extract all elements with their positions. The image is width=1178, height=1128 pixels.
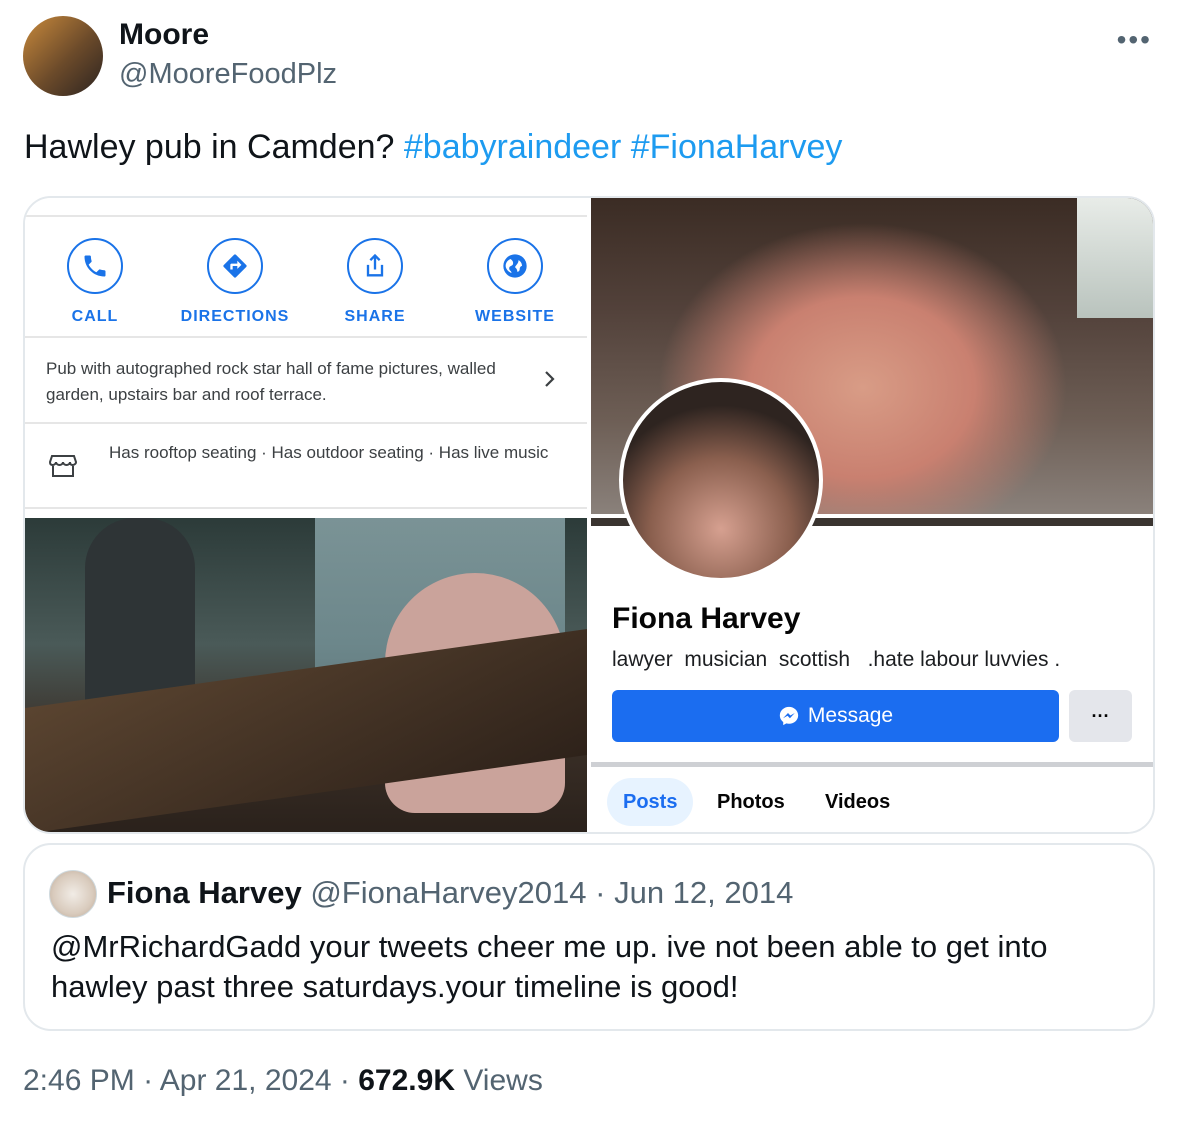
- website-label: WEBSITE: [475, 308, 555, 325]
- tweet-body: Hawley pub in Camden?: [24, 128, 404, 166]
- maps-screenshot[interactable]: CALL DIRECTIONS SHARE WEBSITE Pub with a…: [25, 198, 587, 514]
- storefront-icon: [48, 453, 78, 484]
- tab-videos[interactable]: Videos: [809, 778, 906, 826]
- call-label: CALL: [71, 308, 119, 325]
- divider: [25, 422, 587, 424]
- profile-picture: [619, 378, 823, 582]
- tab-photos[interactable]: Photos: [701, 778, 801, 826]
- quoted-author-name[interactable]: Fiona Harvey: [107, 875, 302, 910]
- hashtag-fionaharvey[interactable]: #FionaHarvey: [631, 128, 843, 166]
- fb-more-button[interactable]: ···: [1069, 690, 1132, 742]
- separator: ·: [595, 875, 606, 910]
- message-label: Message: [807, 704, 894, 727]
- website-action[interactable]: WEBSITE: [445, 238, 585, 326]
- separator: ·: [339, 1064, 350, 1097]
- quoted-tweet[interactable]: Fiona Harvey @FionaHarvey2014 · Jun 12, …: [23, 843, 1155, 1031]
- facebook-profile-screenshot[interactable]: Fiona Harvey lawyer musician scottish .h…: [591, 378, 1153, 832]
- author-handle[interactable]: @MooreFoodPlz: [119, 58, 337, 91]
- globe-icon: [487, 238, 543, 294]
- divider: [591, 762, 1153, 767]
- divider: [25, 336, 587, 338]
- chevron-right-icon[interactable]: [543, 368, 557, 395]
- media-grid[interactable]: CALL DIRECTIONS SHARE WEBSITE Pub with a…: [23, 196, 1155, 834]
- share-icon: [347, 238, 403, 294]
- tweet-date[interactable]: Apr 21, 2024: [160, 1064, 332, 1097]
- place-description[interactable]: Pub with autographed rock star hall of f…: [46, 356, 516, 408]
- directions-action[interactable]: DIRECTIONS: [165, 238, 305, 326]
- separator: ·: [143, 1064, 154, 1097]
- author-display-name[interactable]: Moore: [119, 18, 209, 52]
- tweet-text: Hawley pub in Camden? #babyraindeer #Fio…: [24, 128, 842, 167]
- directions-label: DIRECTIONS: [180, 308, 290, 325]
- views-count: 672.9K: [358, 1064, 455, 1097]
- share-label: SHARE: [344, 308, 406, 325]
- share-action[interactable]: SHARE: [305, 238, 445, 326]
- tab-posts[interactable]: Posts: [607, 778, 694, 826]
- place-amenities: Has rooftop seating · Has outdoor seatin…: [109, 443, 549, 462]
- tweet-footer: 2:46 PM · Apr 21, 2024 · 672.9K Views: [23, 1064, 543, 1098]
- call-action[interactable]: CALL: [25, 238, 165, 326]
- quoted-author-avatar[interactable]: [49, 870, 97, 918]
- tweet-time[interactable]: 2:46 PM: [23, 1064, 135, 1097]
- hashtag-babyraindeer[interactable]: #babyraindeer: [404, 128, 621, 166]
- phone-icon: [67, 238, 123, 294]
- messenger-icon: [779, 706, 799, 726]
- fb-profile-name: Fiona Harvey: [612, 602, 801, 635]
- more-options-icon[interactable]: •••: [1117, 24, 1152, 56]
- quoted-tweet-header: Fiona Harvey @FionaHarvey2014 · Jun 12, …: [107, 875, 793, 911]
- directions-icon: [207, 238, 263, 294]
- quoted-tweet-text: @MrRichardGadd your tweets cheer me up. …: [51, 929, 1048, 1004]
- message-button[interactable]: Message: [612, 690, 1059, 742]
- pub-scene-photo[interactable]: [25, 518, 587, 832]
- divider: [25, 215, 587, 217]
- author-avatar[interactable]: [23, 16, 103, 96]
- quoted-tweet-date[interactable]: Jun 12, 2014: [614, 875, 793, 910]
- fb-profile-bio: lawyer musician scottish .hate labour lu…: [612, 648, 1061, 671]
- divider: [25, 507, 587, 509]
- views-label: Views: [463, 1064, 543, 1097]
- quoted-author-handle[interactable]: @FionaHarvey2014: [310, 875, 586, 910]
